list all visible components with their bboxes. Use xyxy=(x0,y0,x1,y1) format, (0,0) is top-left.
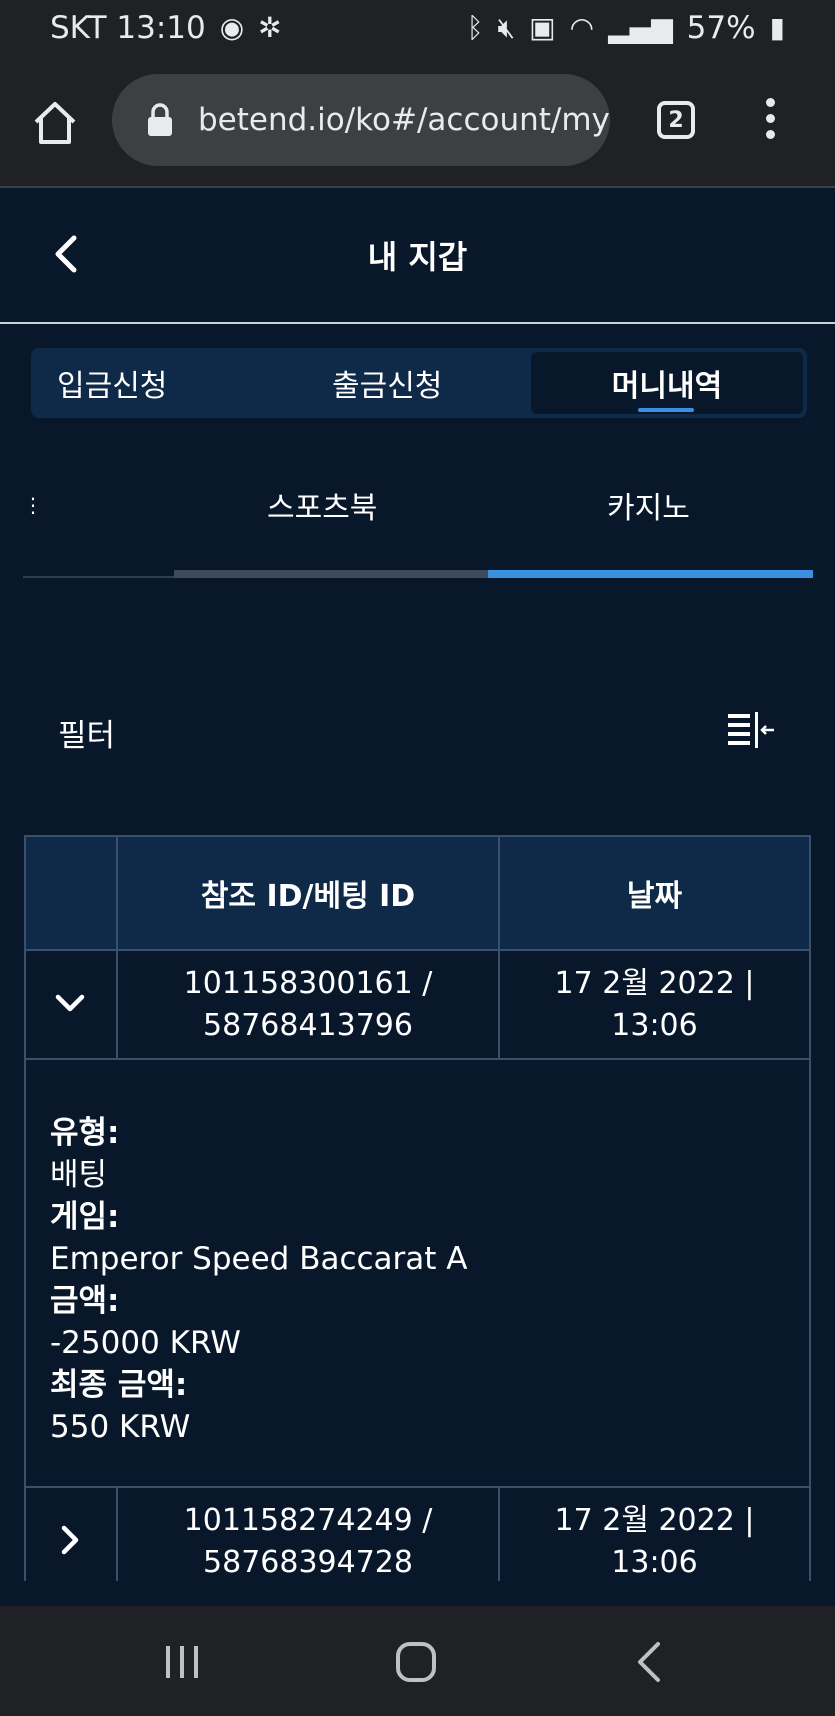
category-tabs: ⋮ 스포츠북 카지노 xyxy=(23,460,813,580)
ref-id-line2: 58768394728 xyxy=(203,1544,413,1580)
table-header-empty xyxy=(24,835,118,951)
type-value: 배팅 xyxy=(50,1157,108,1193)
date-line2: 13:06 xyxy=(611,1007,698,1043)
browser-toolbar: betend.io/ko#/account/my 2 xyxy=(0,58,835,188)
money-history-table: 참조 ID/베팅 ID 날짜 101158300161 / 5876841379… xyxy=(24,835,811,1581)
tab-sportsbook[interactable]: 스포츠북 xyxy=(267,460,377,550)
fan-notification-icon: ✲ xyxy=(258,11,282,44)
back-nav-icon[interactable] xyxy=(634,1640,664,1684)
home-nav-icon[interactable] xyxy=(394,1640,438,1684)
chevron-right-icon[interactable] xyxy=(58,1524,82,1556)
active-tab-indicator xyxy=(638,408,694,412)
address-bar[interactable]: betend.io/ko#/account/my xyxy=(112,74,610,166)
tab-withdraw[interactable]: 출금신청 xyxy=(332,348,442,418)
expand-toggle[interactable] xyxy=(24,949,118,1060)
date-line1: 17 2월 2022 | xyxy=(554,1502,755,1538)
ref-id-line1: 101158300161 / xyxy=(183,965,433,1001)
camera-notification-icon: ◉ xyxy=(219,11,245,44)
header-date: 날짜 xyxy=(626,879,683,914)
status-bar: SKT 13:10 ◉ ✲ ᛒ 🔇︎ ▣ ◠ ▂▄▆ 57% ▮ xyxy=(0,0,835,58)
final-amount-label: 최종 금액: xyxy=(50,1367,188,1403)
final-amount-value: 550 KRW xyxy=(50,1409,191,1445)
table-row: 17 2월 2022 | 13:06 xyxy=(498,949,811,1060)
tab-money-history[interactable]: 머니내역 xyxy=(531,352,803,414)
battery-icon: ▮ xyxy=(769,11,785,44)
amount-value: -25000 KRW xyxy=(50,1325,241,1361)
system-navigation-bar xyxy=(0,1606,835,1716)
ref-id-line1: 101158274249 / xyxy=(183,1502,433,1538)
game-label: 게임: xyxy=(50,1199,120,1235)
table-row: 101158274249 / 58768394728 xyxy=(116,1486,500,1581)
type-label: 유형: xyxy=(50,1115,120,1151)
tabs-count-button[interactable]: 2 xyxy=(657,101,695,139)
recent-apps-icon[interactable] xyxy=(162,1642,202,1682)
wifi-icon: ◠ xyxy=(569,11,595,44)
row-details-panel: 유형: 배팅 게임: Emperor Speed Baccarat A 금액: … xyxy=(24,1058,811,1488)
chevron-down-icon[interactable] xyxy=(54,991,86,1015)
ref-id-line2: 58768413796 xyxy=(203,1007,413,1043)
game-value: Emperor Speed Baccarat A xyxy=(50,1241,468,1277)
inactive-tab-indicator xyxy=(174,570,488,578)
browser-menu-icon[interactable] xyxy=(760,98,780,148)
table-header-cell: 참조 ID/베팅 ID xyxy=(116,835,500,951)
filter-label[interactable]: 필터 xyxy=(58,710,115,755)
lock-icon xyxy=(148,103,172,136)
table-row: 101158300161 / 58768413796 xyxy=(116,949,500,1060)
battery-percent: 57% xyxy=(686,10,756,46)
status-time: SKT 13:10 xyxy=(50,10,206,46)
expand-toggle[interactable] xyxy=(24,1486,118,1581)
mute-icon: 🔇︎ xyxy=(497,11,516,44)
tab-deposit[interactable]: 입금신청 xyxy=(57,348,167,418)
tab-casino[interactable]: 카지노 xyxy=(607,460,690,550)
amount-label: 금액: xyxy=(50,1283,120,1319)
scroll-hint-icon: ⋮ xyxy=(23,493,43,517)
date-line2: 13:06 xyxy=(611,1544,698,1580)
page-header: 내 지갑 xyxy=(0,188,835,324)
signal-icon: ▂▄▆ xyxy=(608,11,673,44)
bluetooth-icon: ᛒ xyxy=(466,11,484,44)
active-tab-indicator xyxy=(488,570,813,578)
url-text: betend.io/ko#/account/my xyxy=(198,102,610,138)
recycle-icon: ▣ xyxy=(529,11,556,44)
filter-collapse-icon[interactable] xyxy=(726,710,776,752)
header-ref-id: 참조 ID/베팅 ID xyxy=(200,879,416,914)
date-line1: 17 2월 2022 | xyxy=(554,965,755,1001)
home-icon[interactable] xyxy=(30,98,80,148)
page-title: 내 지갑 xyxy=(367,238,468,276)
table-header-cell: 날짜 xyxy=(498,835,811,951)
back-arrow-icon[interactable] xyxy=(48,234,84,274)
table-row: 17 2월 2022 | 13:06 xyxy=(498,1486,811,1581)
